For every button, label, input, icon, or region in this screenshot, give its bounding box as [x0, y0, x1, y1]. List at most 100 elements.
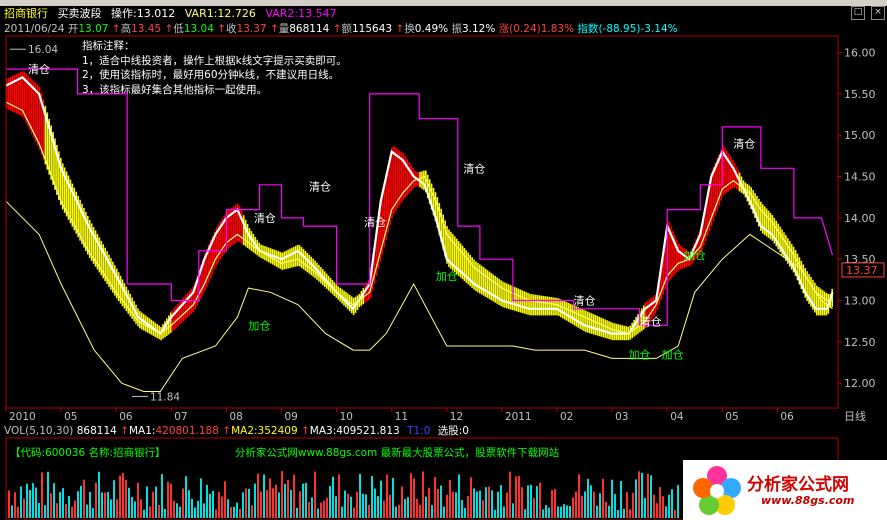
volume-bar — [416, 498, 418, 518]
volume-bar — [185, 476, 187, 518]
volume-bar — [308, 501, 310, 518]
volume-bar — [125, 480, 127, 518]
volume-bar — [83, 479, 85, 518]
stock-chart-window: 招商银行 买卖波段 操作:13.012 VAR1:12.726 VAR2:13.… — [0, 0, 887, 520]
volume-bar — [317, 508, 319, 518]
volume-bar — [206, 485, 208, 518]
volume-bar — [341, 506, 343, 518]
volume-bar — [560, 506, 562, 518]
volume-bar — [179, 506, 181, 518]
band-bar — [617, 324, 620, 341]
y-tick-label: 16.00 — [844, 47, 876, 60]
volume-bar — [575, 491, 577, 518]
volume-bar — [491, 490, 493, 518]
volume-bar — [128, 487, 130, 518]
band-bar — [494, 275, 497, 303]
volume-bar — [266, 490, 268, 518]
y-tick-label: 13.00 — [844, 295, 876, 308]
band-bar — [550, 297, 552, 316]
band-bar — [521, 290, 524, 314]
volume-bar — [152, 491, 154, 518]
volume-bar — [44, 505, 46, 518]
volume-bar — [11, 505, 13, 518]
volume-bar — [572, 497, 574, 518]
band-bar — [287, 249, 289, 269]
volume-bar — [392, 477, 394, 518]
volume-bar — [413, 478, 415, 518]
volume-bar — [563, 504, 565, 518]
sell-annotation: 清仓 — [364, 215, 386, 229]
volume-bar — [194, 507, 196, 518]
band-bar — [596, 315, 599, 336]
sell-annotation: 清仓 — [254, 211, 276, 225]
band-bar — [560, 299, 562, 318]
band-bar — [527, 292, 529, 315]
band-bar — [600, 317, 603, 337]
t1-value: 0 — [423, 425, 431, 437]
volume-bar — [500, 485, 502, 518]
band-bar — [408, 162, 411, 194]
volume-bar — [398, 504, 400, 518]
volume-bar — [86, 504, 88, 518]
volume-bar — [113, 480, 115, 518]
x-tick-label: 02 — [560, 411, 573, 423]
band-bar — [277, 251, 280, 268]
band-bar — [475, 261, 477, 292]
volume-bar — [608, 505, 610, 518]
volume-bar — [566, 505, 568, 518]
volume-bar — [479, 490, 481, 518]
band-bar — [492, 274, 495, 302]
band-bar — [546, 296, 549, 316]
y-tick-label: 15.50 — [844, 88, 876, 101]
volume-bar — [533, 498, 535, 518]
band-bar — [179, 301, 181, 325]
band-bar — [767, 210, 770, 238]
volume-bar — [260, 491, 262, 518]
band-bar — [533, 294, 535, 316]
volume-bar — [611, 479, 613, 518]
volume-bar — [464, 507, 466, 518]
volume-bar — [56, 503, 58, 518]
band-bar — [542, 295, 545, 316]
vol-indicator-label[interactable]: VOL(5,10,30) — [4, 425, 73, 437]
band-bar — [171, 310, 173, 332]
volume-bar — [530, 484, 532, 518]
volume-bar — [131, 497, 133, 518]
band-bar — [619, 324, 622, 341]
volume-bar — [587, 478, 589, 518]
volume-bar — [410, 473, 412, 518]
indicator-lines — [5, 68, 834, 392]
band-bar — [298, 245, 301, 267]
volume-bar — [104, 492, 106, 518]
volume-bar — [245, 488, 247, 518]
volume-bar — [287, 479, 289, 518]
band-bar — [548, 296, 551, 316]
volume-bar — [584, 491, 586, 518]
price-chart[interactable]: 16.0015.5015.0014.5014.0013.5013.0012.50… — [0, 0, 887, 520]
band-bar — [588, 312, 591, 334]
volume-bar — [512, 503, 514, 518]
volume-bar — [158, 504, 160, 518]
buy-annotation: 加仓 — [436, 269, 458, 283]
volume-bar — [293, 474, 295, 518]
volume-bar — [362, 493, 364, 518]
band-bar — [125, 286, 128, 312]
volume-bar — [662, 496, 664, 518]
volume-bar — [176, 503, 178, 518]
band-bar — [291, 247, 293, 268]
t1-label: T1: — [407, 425, 424, 437]
volume-bar — [71, 506, 73, 518]
volume-bar — [29, 490, 31, 518]
volume-bar — [146, 486, 148, 518]
volume-bar — [14, 492, 16, 518]
x-tick-label: 09 — [284, 411, 297, 423]
volume-bar — [455, 492, 457, 518]
band-bar — [608, 321, 610, 340]
volume-bar — [473, 488, 475, 518]
volume-bar — [431, 505, 433, 518]
band-bar — [544, 296, 547, 316]
band-bar — [484, 268, 487, 297]
band-bar — [294, 245, 297, 267]
band-bar — [304, 250, 307, 271]
band-bar — [733, 162, 736, 188]
